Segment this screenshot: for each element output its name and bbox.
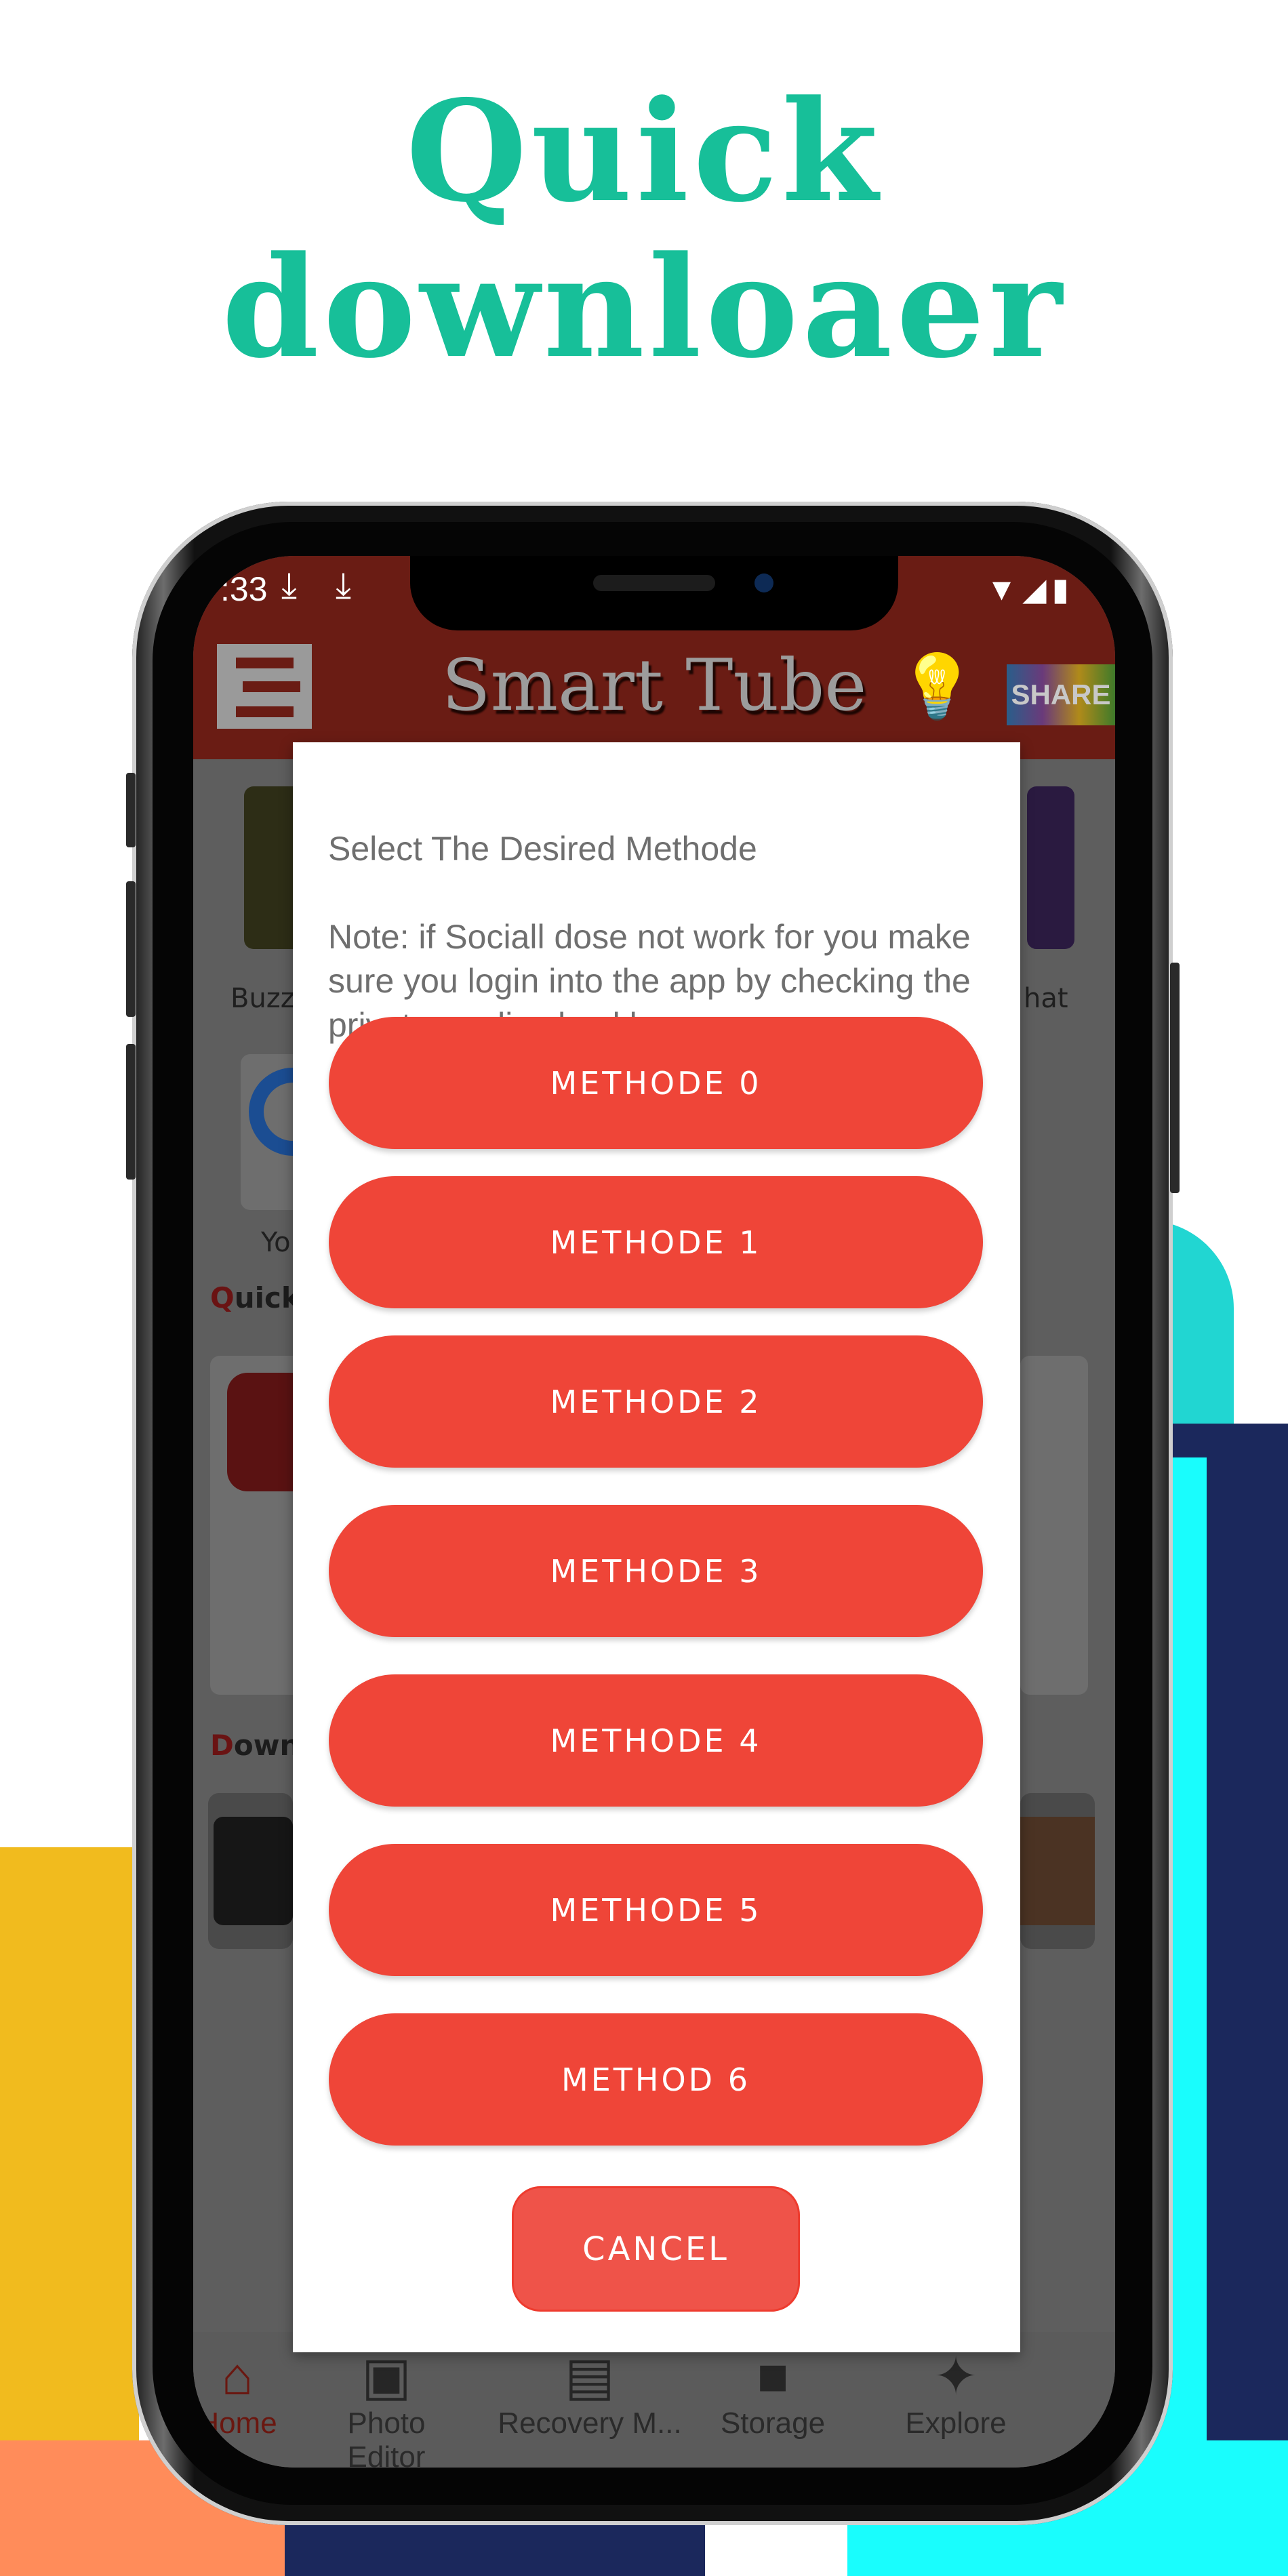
method-2-button[interactable]: METHODE 2 — [329, 1335, 983, 1468]
status-icons: ▼◢▮ — [986, 571, 1074, 607]
nav-item-home[interactable]: ⌂ Home — [193, 2346, 319, 2440]
app-title: Smart Tube — [441, 644, 867, 727]
lightbulb-icon[interactable]: 💡 — [898, 651, 976, 723]
phone-volume-down — [126, 1044, 136, 1180]
promo-title-line1: Quick — [405, 71, 883, 233]
chat-bubble-icon: ▤ — [565, 2346, 615, 2406]
dialog-message-title: Select The Desired Methode — [328, 830, 757, 868]
app-tile-label: Yo — [261, 1227, 291, 1258]
method-3-button[interactable]: METHODE 3 — [329, 1505, 983, 1637]
method-0-button[interactable]: METHODE 0 — [329, 1017, 983, 1149]
download-icon: ⤓ — [281, 566, 297, 605]
method-5-button[interactable]: METHODE 5 — [329, 1844, 983, 1976]
phone-notch — [410, 556, 898, 630]
cancel-button[interactable]: CANCEL — [512, 2186, 800, 2312]
share-button[interactable]: SHARE — [1007, 664, 1115, 725]
download-icon: ⤓ — [336, 566, 351, 605]
nav-item-storage[interactable]: ■ Storage — [691, 2346, 854, 2440]
signal-icon: ◢ — [1022, 571, 1052, 607]
phone-power-button — [1170, 963, 1180, 1193]
speaker-grille — [593, 575, 715, 591]
app-tile-label: Buzz — [230, 983, 295, 1014]
battery-charging-icon: ▮ — [1051, 571, 1074, 607]
app-tile-chat[interactable] — [1027, 786, 1074, 949]
nav-item-photo-editor[interactable]: ▣ Photo Editor — [305, 2346, 468, 2468]
promo-title: Quick downloaer — [0, 71, 1288, 389]
nav-item-explore[interactable]: ✦ Explore — [874, 2346, 1037, 2440]
video-thumbnail[interactable] — [1020, 1793, 1095, 1949]
video-frame — [1020, 1817, 1095, 1925]
folder-icon: ■ — [757, 2346, 789, 2406]
compass-icon: ✦ — [933, 2346, 978, 2406]
method-4-button[interactable]: METHODE 4 — [329, 1674, 983, 1807]
video-thumbnail[interactable] — [208, 1793, 293, 1949]
method-1-button[interactable]: METHODE 1 — [329, 1176, 983, 1308]
bg-shape-yellow — [0, 1847, 139, 2484]
nav-item-recovery[interactable]: ▤ Recovery M... — [495, 2346, 685, 2440]
promo-title-line2: downloaer — [222, 226, 1066, 389]
phone-volume-up — [126, 881, 136, 1017]
bottom-nav: ⌂ Home ▣ Photo Editor ▤ Recovery M... ■ … — [193, 2332, 1115, 2468]
wifi-icon: ▼ — [986, 571, 1023, 607]
phone-side-button — [126, 773, 136, 847]
app-tile-label: hat — [1024, 983, 1068, 1014]
section-title-quick: Quick — [210, 1281, 300, 1314]
front-camera — [754, 573, 773, 592]
video-frame — [214, 1817, 293, 1925]
method-dialog: Select The Desired Methode Note: if Soci… — [293, 742, 1020, 2352]
method-6-button[interactable]: METHOD 6 — [329, 2013, 983, 2146]
photo-library-icon: ▣ — [361, 2346, 411, 2406]
home-icon: ⌂ — [221, 2346, 254, 2406]
status-time: :33 — [220, 570, 268, 608]
quick-card-right — [1020, 1356, 1088, 1695]
